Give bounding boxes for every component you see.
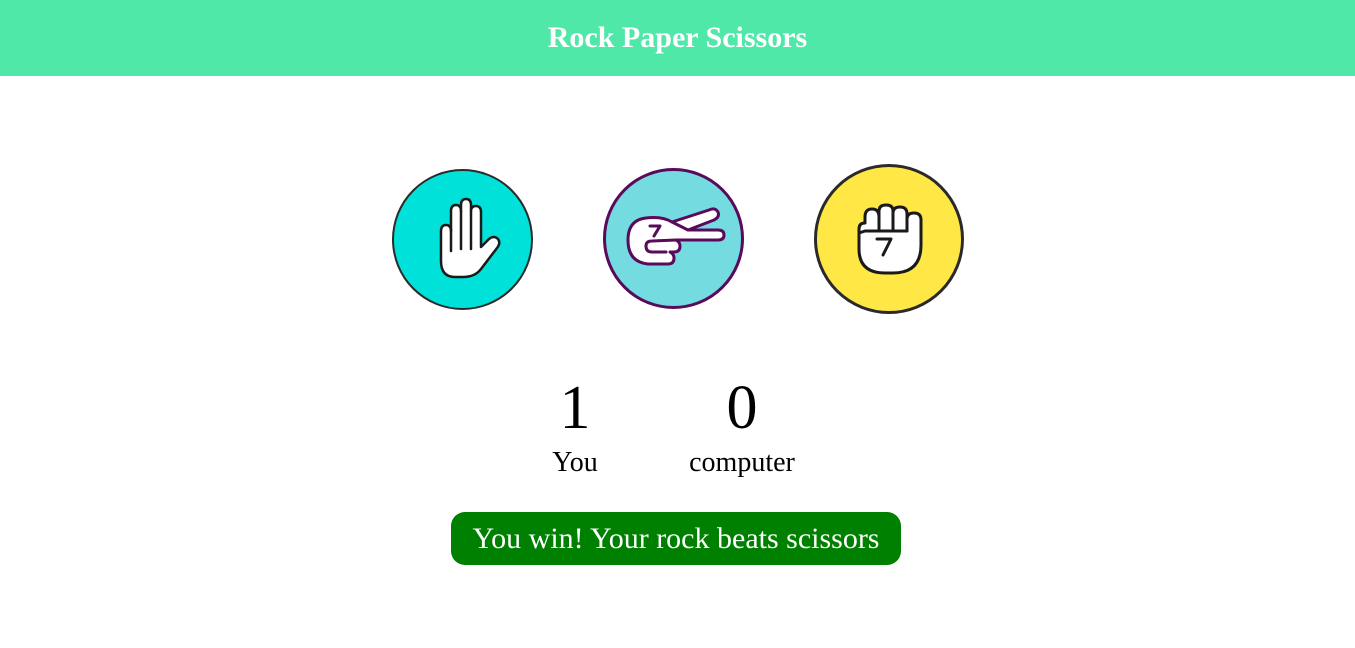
computer-score: 0: [726, 374, 758, 442]
paper-choice-button[interactable]: [392, 169, 533, 310]
computer-score-label: computer: [689, 447, 795, 478]
computer-score-block: 0 computer: [672, 377, 812, 478]
user-score-label: You: [552, 447, 598, 478]
app-header: Rock Paper Scissors: [0, 0, 1355, 76]
rock-choice-button[interactable]: [814, 164, 964, 314]
scissors-choice-button[interactable]: [603, 168, 744, 309]
user-score: 1: [559, 374, 591, 442]
raised-hand-icon: [439, 197, 501, 278]
user-score-block: 1 You: [535, 377, 615, 478]
result-message: You win! Your rock beats scissors: [451, 512, 901, 565]
scissors-hand-icon: [626, 206, 725, 265]
app-title: Rock Paper Scissors: [547, 21, 808, 54]
fist-icon: [857, 203, 923, 275]
